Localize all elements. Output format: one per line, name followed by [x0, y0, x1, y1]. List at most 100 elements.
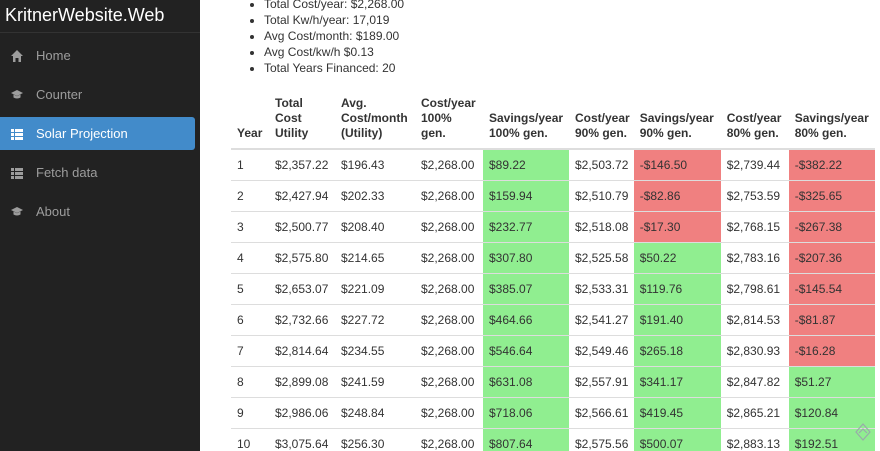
column-header-line: Total [275, 96, 303, 110]
column-header-line: 100% gen. [489, 126, 548, 140]
table-cell: $2,575.56 [569, 428, 634, 451]
table-row: 2 $2,427.94 $202.33 $2,268.00 $159.94 $2,510.… [231, 180, 875, 212]
table-cell: $119.76 [633, 273, 721, 305]
table-cell: $221.09 [335, 273, 415, 305]
nav-item-about[interactable]: About [0, 195, 195, 228]
table-cell: $227.72 [335, 304, 415, 336]
column-header-line: Cost/year [575, 111, 630, 125]
table-cell: -$81.87 [788, 304, 875, 336]
column-header: Year [231, 92, 269, 150]
column-header: Savings/year 80% gen. [788, 92, 875, 150]
table-cell: $2,814.53 [720, 304, 789, 336]
column-header: Savings/year 100% gen. [483, 92, 569, 150]
table-cell: -$267.38 [788, 211, 875, 243]
column-header-line: Avg. [341, 96, 367, 110]
nav-item-counter[interactable]: Counter [0, 78, 195, 111]
table-cell: $546.64 [483, 335, 569, 367]
table-cell: -$16.28 [788, 335, 875, 367]
watermark-icon [855, 423, 871, 441]
nav-item-fetch-data[interactable]: Fetch data [0, 156, 195, 189]
table-cell: $500.07 [633, 428, 721, 451]
table-cell: $419.45 [633, 397, 721, 429]
nav-item-solar-projection[interactable]: Solar Projection [0, 117, 195, 150]
table-cell: $2,268.00 [415, 273, 483, 305]
brand-title[interactable]: KritnerWebsite.Web [0, 0, 200, 33]
nav-item-home[interactable]: Home [0, 39, 195, 72]
column-header-line: gen. [421, 126, 446, 140]
table-cell: $2,268.00 [415, 242, 483, 274]
table-cell: 2 [231, 180, 269, 212]
nav-label: Counter [36, 87, 83, 102]
summary-item: Avg Cost/month: $189.00 [264, 28, 880, 44]
table-cell: $232.77 [483, 211, 569, 243]
table-cell: $248.84 [335, 397, 415, 429]
table-cell: $2,268.00 [415, 366, 483, 398]
column-header-line: Savings/year [489, 111, 564, 125]
table-cell: $2,575.80 [269, 242, 335, 274]
table-cell: $191.40 [633, 304, 721, 336]
table-cell: $385.07 [483, 273, 569, 305]
table-cell: $2,986.06 [269, 397, 335, 429]
projection-table: Year Total Cost Utility Avg. Cost/month (Utili… [231, 92, 875, 451]
table-cell: $2,518.08 [569, 211, 634, 243]
table-cell: $718.06 [483, 397, 569, 429]
table-row: 9 $2,986.06 $248.84 $2,268.00 $718.06 $2,566.… [231, 397, 875, 429]
table-cell: $2,268.00 [415, 428, 483, 451]
column-header: Avg. Cost/month (Utility) [335, 92, 415, 150]
column-header-line: Cost/year [726, 111, 782, 125]
table-cell: $2,753.59 [720, 180, 789, 212]
column-header-line: 80% gen. [794, 126, 847, 140]
table-row: 4 $2,575.80 $214.65 $2,268.00 $307.80 $2,525.… [231, 242, 875, 274]
table-cell: $3,075.64 [269, 428, 335, 451]
summary-list: Total Cost/year: $2,268.00 Total Kw/h/ye… [200, 0, 880, 76]
table-cell: $464.66 [483, 304, 569, 336]
table-cell: $631.08 [483, 366, 569, 398]
column-header-line: 100% [421, 111, 452, 125]
summary-item: Total Cost/year: $2,268.00 [264, 0, 880, 12]
table-cell: $89.22 [483, 148, 569, 181]
table-header-row: Year Total Cost Utility Avg. Cost/month (Utili… [231, 92, 875, 150]
table-cell: $196.43 [335, 148, 415, 181]
table-cell: $2,268.00 [415, 304, 483, 336]
table-cell: $2,541.27 [569, 304, 634, 336]
table-cell: 5 [231, 273, 269, 305]
nav-label: Solar Projection [36, 126, 128, 141]
table-cell: $2,830.93 [720, 335, 789, 367]
list-icon [10, 127, 24, 141]
summary-item: Avg Cost/kw/h $0.13 [264, 44, 880, 60]
column-header-line: Cost/year [421, 96, 476, 110]
table-cell: $2,847.82 [720, 366, 789, 398]
table-cell: -$17.30 [633, 211, 721, 243]
table-cell: $208.40 [335, 211, 415, 243]
table-cell: $2,268.00 [415, 335, 483, 367]
table-body: 1 $2,357.22 $196.43 $2,268.00 $89.22 $2,503.7… [231, 148, 875, 451]
table-cell: $159.94 [483, 180, 569, 212]
table-cell: $2,798.61 [720, 273, 789, 305]
table-cell: $2,653.07 [269, 273, 335, 305]
table-cell: $2,525.58 [569, 242, 634, 274]
column-header-line: 90% gen. [575, 126, 628, 140]
table-cell: $241.59 [335, 366, 415, 398]
table-cell: $202.33 [335, 180, 415, 212]
summary-item: Total Kw/h/year: 17,019 [264, 12, 880, 28]
table-cell: $2,557.91 [569, 366, 634, 398]
table-cell: 7 [231, 335, 269, 367]
table-cell: 1 [231, 148, 269, 181]
table-cell: $2,268.00 [415, 397, 483, 429]
table-cell: $2,732.66 [269, 304, 335, 336]
column-header: Cost/year 90% gen. [569, 92, 634, 150]
table-cell: $2,814.64 [269, 335, 335, 367]
table-cell: $2,500.77 [269, 211, 335, 243]
table-cell: $256.30 [335, 428, 415, 451]
table-cell: $2,268.00 [415, 148, 483, 181]
table-row: 10 $3,075.64 $256.30 $2,268.00 $807.64 $2,575… [231, 428, 875, 451]
table-cell: $2,268.00 [415, 180, 483, 212]
table-cell: 8 [231, 366, 269, 398]
table-cell: $51.27 [788, 366, 875, 398]
column-header-line: 80% gen. [726, 126, 779, 140]
table-cell: $234.55 [335, 335, 415, 367]
table-row: 8 $2,899.08 $241.59 $2,268.00 $631.08 $2,557.… [231, 366, 875, 398]
nav-label: About [36, 204, 70, 219]
column-header: Savings/year 90% gen. [633, 92, 721, 150]
table-cell: $2,268.00 [415, 211, 483, 243]
